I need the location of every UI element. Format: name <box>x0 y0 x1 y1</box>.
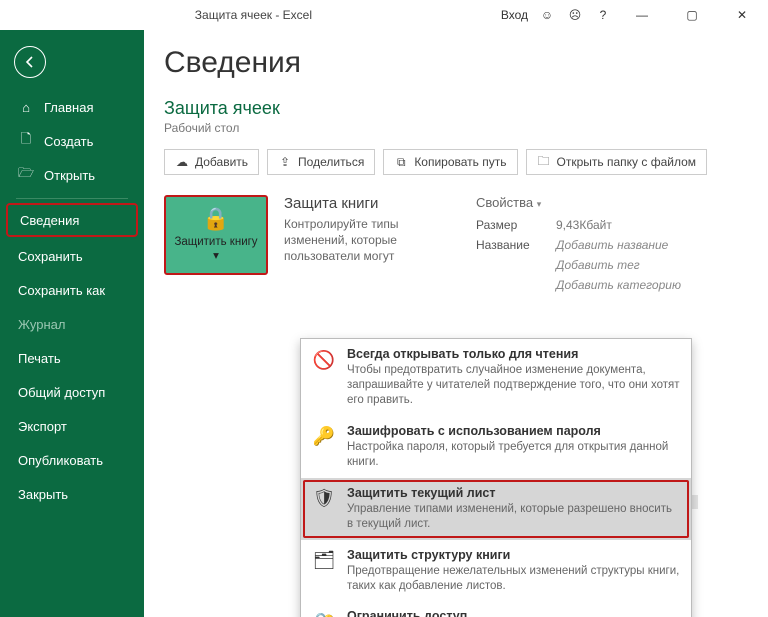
main-panel: Сведения Защита ячеек Рабочий стол ☁ Доба… <box>144 30 768 617</box>
minimize-button[interactable]: — <box>622 8 662 22</box>
dd-desc: Предотвращение нежелательных изменений с… <box>347 564 681 594</box>
title-bar: Защита ячеек - Excel Вход ☺ ☹ ? — ▢ ✕ <box>0 0 768 30</box>
sidebar-item-label: Сохранить как <box>18 283 105 298</box>
protect-dropdown: 🚫 Всегда открывать только для чтения Чтоб… <box>300 338 692 617</box>
sidebar-separator <box>16 198 128 199</box>
prop-tag-key <box>476 258 556 272</box>
button-label: Добавить <box>195 155 248 169</box>
prop-size-key: Размер <box>476 218 556 232</box>
folder-icon: 🗀 <box>537 155 551 169</box>
protect-workbook-section: 🔒 Защитить книгу ▾ Защита книги Контроли… <box>164 195 454 298</box>
dd-desc: Настройка пароля, который требуется для … <box>347 440 681 470</box>
sidebar-item-saveas[interactable]: Сохранить как <box>0 273 144 307</box>
sidebar-item-label: Экспорт <box>18 419 67 434</box>
prop-size-value: 9,43Кбайт <box>556 218 612 232</box>
prop-cat-value[interactable]: Добавить категорию <box>556 278 681 292</box>
maximize-button[interactable]: ▢ <box>672 8 712 22</box>
sidebar-item-label: Журнал <box>18 317 65 332</box>
button-label: Поделиться <box>298 155 364 169</box>
login-link[interactable]: Вход <box>501 8 528 22</box>
frown-icon[interactable]: ☹ <box>566 6 584 24</box>
protect-description: Контролируйте типы изменений, которые по… <box>284 216 454 265</box>
prop-cat-key <box>476 278 556 292</box>
dd-protect-sheet[interactable]: 🛡 Защитить текущий лист Управление типами… <box>301 478 691 540</box>
document-icon: 🗋 <box>18 130 34 152</box>
sidebar-item-save[interactable]: Сохранить <box>0 239 144 273</box>
dd-title: Защитить текущий лист <box>347 486 681 500</box>
document-name: Защита ячеек <box>164 98 746 119</box>
copy-path-button[interactable]: ⧉ Копировать путь <box>383 149 517 175</box>
key-icon: 🔑 <box>311 424 337 450</box>
help-icon[interactable]: ? <box>594 6 612 24</box>
sidebar-item-label: Открыть <box>44 168 95 183</box>
cloud-up-icon: ☁ <box>175 155 189 169</box>
sidebar-item-publish[interactable]: Опубликовать <box>0 443 144 477</box>
button-label: Копировать путь <box>414 155 506 169</box>
sidebar-item-label: Сведения <box>20 213 79 228</box>
back-button[interactable] <box>14 46 46 78</box>
properties-panel: Свойства ▾ Размер9,43Кбайт НазваниеДобав… <box>476 195 681 298</box>
upload-button[interactable]: ☁ Добавить <box>164 149 259 175</box>
protect-heading: Защита книги <box>284 195 454 212</box>
sidebar-item-share[interactable]: Общий доступ <box>0 375 144 409</box>
dd-desc: Управление типами изменений, которые раз… <box>347 502 681 532</box>
lock-icon: 🔒 <box>202 206 229 232</box>
dd-readonly[interactable]: 🚫 Всегда открывать только для чтения Чтоб… <box>301 339 691 416</box>
sidebar-item-history[interactable]: Журнал <box>0 307 144 341</box>
backstage-sidebar: ⌂ Главная 🗋 Создать 🗁 Открыть Сведения Сохр… <box>0 30 144 617</box>
sidebar-item-home[interactable]: ⌂ Главная <box>0 90 144 124</box>
folder-open-icon: 🗁 <box>18 164 34 186</box>
prop-tag-value[interactable]: Добавить тег <box>556 258 640 272</box>
properties-heading[interactable]: Свойства ▾ <box>476 195 681 210</box>
protect-workbook-button[interactable]: 🔒 Защитить книгу ▾ <box>164 195 268 275</box>
prop-title-value[interactable]: Добавить название <box>556 238 668 252</box>
close-button[interactable]: ✕ <box>722 8 762 22</box>
sidebar-item-label: Создать <box>44 134 93 149</box>
dd-title: Всегда открывать только для чтения <box>347 347 681 361</box>
protect-button-label: Защитить книгу ▾ <box>170 236 262 264</box>
open-folder-button[interactable]: 🗀 Открыть папку с файлом <box>526 149 708 175</box>
sidebar-item-label: Закрыть <box>18 487 68 502</box>
dd-title: Зашифровать с использованием пароля <box>347 424 681 438</box>
info-toolbar: ☁ Добавить ⇪ Поделиться ⧉ Копировать путь 🗀… <box>164 149 746 175</box>
document-path: Рабочий стол <box>164 121 746 135</box>
sidebar-item-label: Главная <box>44 100 93 115</box>
sheet-lock-icon: 🛡 <box>311 486 337 512</box>
sidebar-item-label: Сохранить <box>18 249 83 264</box>
window-title: Защита ячеек - Excel <box>6 8 501 22</box>
link-icon: ⧉ <box>394 155 408 169</box>
prop-title-key: Название <box>476 238 556 252</box>
dd-protect-structure[interactable]: 🗂 Защитить структуру книги Предотвращение… <box>301 540 691 602</box>
sidebar-item-new[interactable]: 🗋 Создать <box>0 124 144 158</box>
sidebar-item-print[interactable]: Печать <box>0 341 144 375</box>
share-icon: ⇪ <box>278 155 292 169</box>
button-label: Открыть папку с файлом <box>557 155 697 169</box>
chevron-down-icon: ▾ <box>537 199 542 209</box>
sidebar-item-export[interactable]: Экспорт <box>0 409 144 443</box>
dd-desc: Чтобы предотвратить случайное изменение … <box>347 363 681 408</box>
sidebar-item-label: Опубликовать <box>18 453 103 468</box>
arrow-left-icon <box>22 54 38 70</box>
page-title: Сведения <box>164 46 746 80</box>
dd-title: Ограничить доступ <box>347 609 681 617</box>
dd-title: Защитить структуру книги <box>347 548 681 562</box>
share-button[interactable]: ⇪ Поделиться <box>267 149 375 175</box>
restrict-icon: 🔐 <box>311 609 337 617</box>
home-icon: ⌂ <box>18 100 34 115</box>
structure-lock-icon: 🗂 <box>311 548 337 574</box>
sidebar-item-label: Печать <box>18 351 61 366</box>
sidebar-item-label: Общий доступ <box>18 385 105 400</box>
smile-icon[interactable]: ☺ <box>538 6 556 24</box>
dd-restrict-access[interactable]: 🔐 Ограничить доступПредоставление пользо… <box>301 601 691 617</box>
sidebar-item-close[interactable]: Закрыть <box>0 477 144 511</box>
dd-encrypt[interactable]: 🔑 Зашифровать с использованием пароля Нас… <box>301 416 691 478</box>
sidebar-item-info[interactable]: Сведения <box>6 203 138 237</box>
sidebar-item-open[interactable]: 🗁 Открыть <box>0 158 144 192</box>
no-edit-icon: 🚫 <box>311 347 337 373</box>
